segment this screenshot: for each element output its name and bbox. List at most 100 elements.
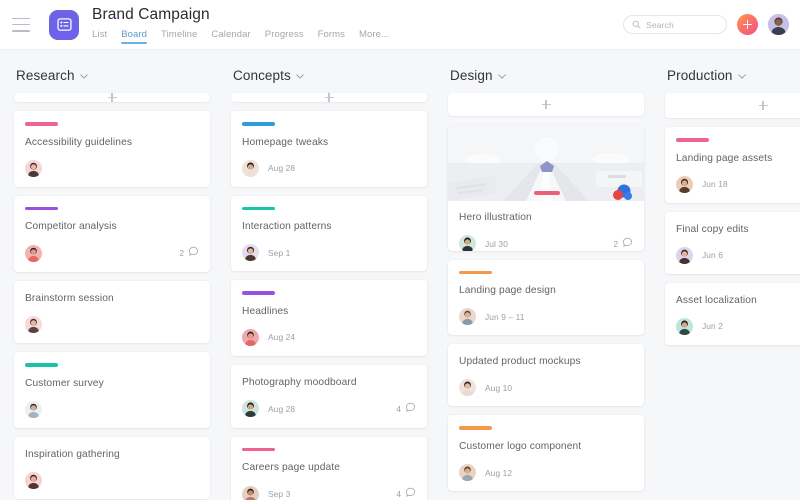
comment-count-value: 4	[396, 489, 401, 499]
avatar[interactable]	[25, 472, 42, 489]
card-date: Sep 3	[268, 489, 290, 499]
tab-list[interactable]: List	[92, 29, 107, 44]
search-icon	[632, 16, 641, 34]
card-footer: Aug 28	[242, 160, 416, 177]
card-title: Customer survey	[25, 377, 199, 390]
card-footer: Jun 9 – 11	[459, 308, 633, 325]
card-footer: Aug 10	[459, 379, 633, 396]
kanban-board: Research Accessibility guidelines Compet…	[0, 50, 800, 500]
chevron-down-icon[interactable]	[498, 66, 506, 84]
column-title: Design	[450, 68, 493, 83]
avatar[interactable]	[25, 401, 42, 418]
card-tag	[459, 426, 492, 430]
card-cover-image	[448, 125, 644, 201]
avatar[interactable]	[242, 486, 259, 500]
card[interactable]: Final copy edits Jun 6	[665, 212, 800, 274]
tab-board[interactable]: Board	[121, 29, 147, 44]
board-app-icon[interactable]	[49, 10, 79, 40]
card-title: Brainstorm session	[25, 292, 199, 305]
comment-count-value: 4	[396, 404, 401, 414]
add-card-button[interactable]	[448, 93, 644, 116]
user-avatar[interactable]	[768, 14, 789, 35]
add-card-button[interactable]	[14, 93, 210, 102]
card-title: Careers page update	[242, 461, 416, 474]
avatar[interactable]	[459, 308, 476, 325]
plus-icon	[542, 100, 551, 109]
project-title-block: Brand Campaign List Board Timeline Calen…	[92, 6, 389, 44]
comment-icon	[405, 400, 416, 418]
avatar[interactable]	[242, 329, 259, 346]
avatar[interactable]	[676, 176, 693, 193]
avatar[interactable]	[25, 160, 42, 177]
column-header-production[interactable]: Production	[665, 66, 800, 84]
comment-count: 2	[179, 244, 199, 262]
avatar[interactable]	[459, 464, 476, 481]
card[interactable]: Updated product mockups Aug 10	[448, 344, 644, 406]
card[interactable]: Asset localization Jun 2	[665, 283, 800, 345]
card-title: Customer logo component	[459, 440, 633, 453]
avatar[interactable]	[25, 245, 42, 262]
board-column-design: Design	[448, 66, 644, 500]
tab-forms[interactable]: Forms	[318, 29, 345, 44]
card-title: Photography moodboard	[242, 376, 416, 389]
plus-icon	[325, 93, 334, 102]
card[interactable]: Interaction patterns Sep 1	[231, 196, 427, 272]
card[interactable]: Landing page assets Jun 18	[665, 127, 800, 203]
card[interactable]: Careers page update Sep 3 4	[231, 437, 427, 500]
card-tag	[25, 363, 58, 367]
card-date: Aug 28	[268, 404, 295, 414]
card[interactable]: Headlines Aug 24	[231, 280, 427, 356]
card-footer: Jun 2	[676, 318, 800, 335]
card[interactable]: Competitor analysis 2	[14, 196, 210, 273]
search-input[interactable]: Search	[623, 15, 727, 34]
card-title: Final copy edits	[676, 223, 800, 236]
card-date: Aug 24	[268, 332, 295, 342]
card-date: Jun 18	[702, 179, 728, 189]
avatar[interactable]	[242, 244, 259, 261]
card-footer: Aug 28 4	[242, 400, 416, 418]
card-date: Aug 10	[485, 383, 512, 393]
avatar[interactable]	[676, 318, 693, 335]
card[interactable]: Inspiration gathering	[14, 437, 210, 499]
tab-progress[interactable]: Progress	[265, 29, 304, 44]
card-footer: Aug 12	[459, 464, 633, 481]
column-header-research[interactable]: Research	[14, 66, 210, 84]
avatar[interactable]	[25, 316, 42, 333]
card[interactable]: Accessibility guidelines	[14, 111, 210, 187]
add-card-button[interactable]	[231, 93, 427, 102]
card[interactable]: Customer survey	[14, 352, 210, 428]
tab-calendar[interactable]: Calendar	[211, 29, 250, 44]
header-actions: Search	[623, 14, 789, 35]
card[interactable]: Homepage tweaks Aug 28	[231, 111, 427, 187]
avatar[interactable]	[676, 247, 693, 264]
chevron-down-icon[interactable]	[738, 66, 746, 84]
chevron-down-icon[interactable]	[80, 66, 88, 84]
plus-icon	[759, 101, 768, 110]
tab-more[interactable]: More...	[359, 29, 389, 44]
card-date: Aug 12	[485, 468, 512, 478]
board-column-concepts: Concepts Homepage tweaks Aug 28 Interact…	[231, 66, 427, 500]
card-date: Jun 9 – 11	[485, 312, 525, 322]
add-card-button[interactable]	[665, 93, 800, 118]
card[interactable]: Landing page design Jun 9 – 11	[448, 260, 644, 336]
card-title: Competitor analysis	[25, 220, 199, 233]
card-title: Landing page design	[459, 284, 633, 297]
avatar[interactable]	[459, 235, 476, 251]
hamburger-menu-icon[interactable]	[12, 18, 32, 32]
card[interactable]: Customer logo component Aug 12	[448, 415, 644, 491]
card-date: Aug 28	[268, 163, 295, 173]
card-footer	[25, 316, 199, 333]
card[interactable]: Photography moodboard Aug 28 4	[231, 365, 427, 428]
add-task-button[interactable]	[737, 14, 758, 35]
card[interactable]: Hero illustration Jul 30 2	[448, 125, 644, 251]
avatar[interactable]	[459, 379, 476, 396]
card-footer: 2	[25, 244, 199, 262]
column-header-concepts[interactable]: Concepts	[231, 66, 427, 84]
card-footer: Aug 24	[242, 329, 416, 346]
avatar[interactable]	[242, 400, 259, 417]
card[interactable]: Brainstorm session	[14, 281, 210, 343]
tab-timeline[interactable]: Timeline	[161, 29, 197, 44]
avatar[interactable]	[242, 160, 259, 177]
column-header-design[interactable]: Design	[448, 66, 644, 84]
chevron-down-icon[interactable]	[296, 66, 304, 84]
